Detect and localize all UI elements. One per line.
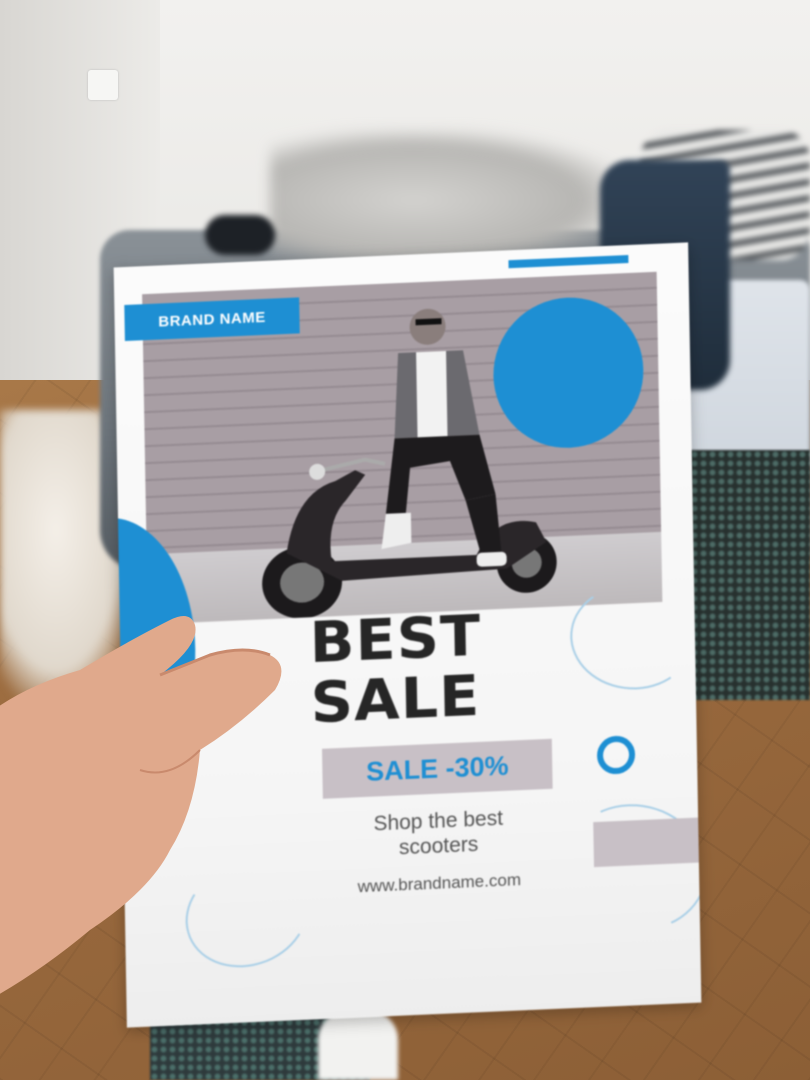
floor-mat-right: [690, 450, 810, 700]
brand-badge: BRAND NAME: [124, 297, 300, 342]
man-image: [381, 308, 507, 567]
room-scene: BRAND NAME BEST SALE SALE -30% Shop the …: [0, 0, 810, 1080]
headline-line2: SALE: [310, 663, 481, 737]
power-outlet: [88, 70, 118, 100]
tagline: Shop the best scooters: [328, 804, 549, 864]
dark-cloth: [205, 215, 275, 255]
top-accent-bar: [508, 255, 629, 269]
headline: BEST SALE: [309, 603, 542, 737]
website-url: www.brandname.com: [357, 870, 522, 897]
decorative-rect: [593, 815, 702, 868]
hand-image: [0, 616, 282, 994]
ring-icon: [596, 735, 636, 775]
sock: [318, 1010, 398, 1080]
headline-line1: BEST: [309, 603, 482, 677]
decorative-arc: [547, 786, 702, 949]
discount-badge: SALE -30%: [322, 738, 553, 799]
